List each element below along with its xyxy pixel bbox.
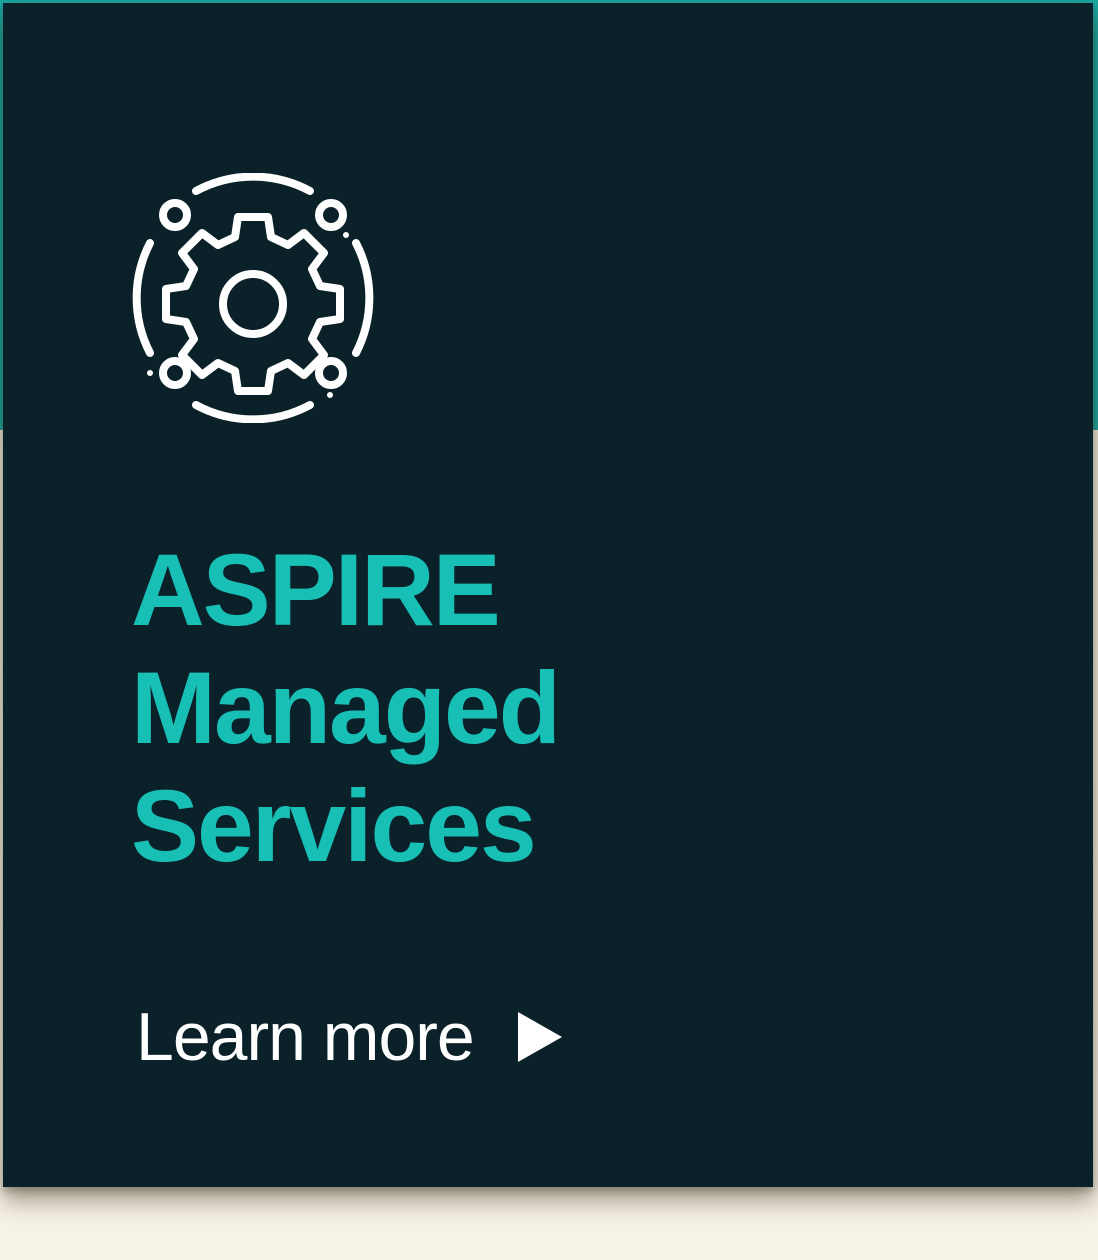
gear-network-icon [128,173,378,423]
play-arrow-icon [516,1010,564,1064]
card-title: ASPIRE Managed Services [131,531,831,885]
title-line: Services [131,769,537,883]
page-background: ASPIRE Managed Services Learn more [0,0,1098,1260]
service-card[interactable]: ASPIRE Managed Services Learn more [3,3,1093,1187]
title-line: Managed [131,651,561,765]
learn-more-link[interactable]: Learn more [136,997,564,1077]
learn-more-label: Learn more [136,999,475,1075]
title-line: ASPIRE [131,533,501,647]
